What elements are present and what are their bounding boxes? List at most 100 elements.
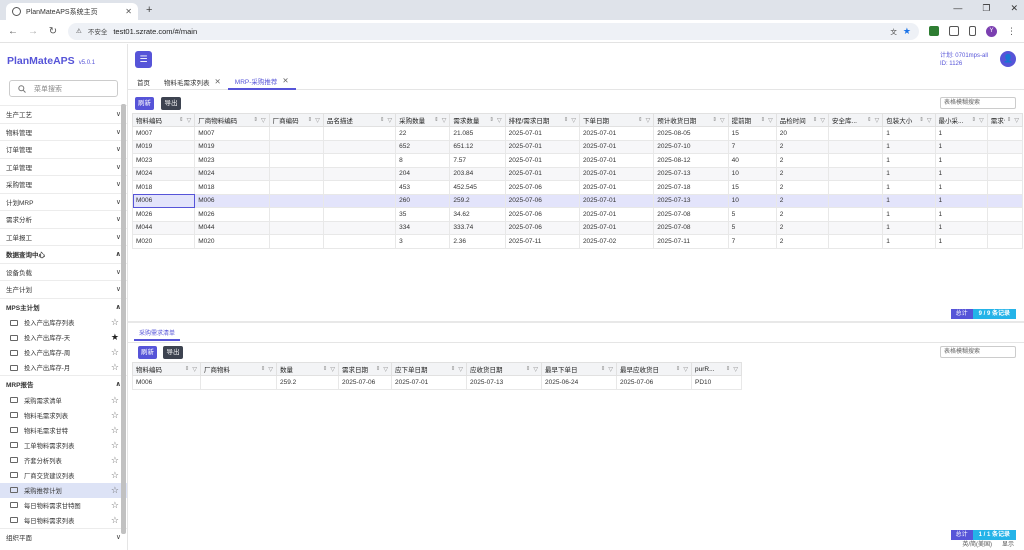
table-cell[interactable]: M007 [131, 126, 196, 141]
table-row[interactable]: M023 M023 8 7.57 2025-07-01 2025-07-01 2025-08… [131, 153, 1024, 168]
table-cell[interactable]: M044 [131, 220, 196, 235]
favorite-star-icon[interactable]: ☆ [111, 425, 119, 436]
table-cell[interactable]: 2025-07-01 [578, 153, 655, 168]
sidebar-menu-item[interactable]: 生产计划 ∨ [0, 280, 127, 298]
sidebar-menu-item[interactable]: MPS主计划 ∧ [0, 297, 127, 316]
table-cell[interactable]: 2025-07-01 [578, 126, 655, 141]
table-cell[interactable]: 10 [727, 166, 777, 181]
table-cell[interactable]: 10 [727, 193, 777, 208]
sidebar-subitem[interactable]: 投入产出库存列表 ☆ [0, 315, 127, 330]
filter-icon[interactable]: ▽ [1014, 117, 1019, 124]
table-cell[interactable]: M024 [131, 166, 196, 181]
filter-icon[interactable]: ▽ [383, 366, 388, 373]
table-cell[interactable]: M006 [132, 375, 201, 390]
table-cell[interactable]: 2 [775, 139, 830, 154]
table-cell[interactable]: 1 [934, 166, 988, 181]
sidebar-menu-item[interactable]: 计划MRP ∨ [0, 192, 127, 211]
sort-icon[interactable]: ⇕ [813, 117, 818, 123]
table-cell[interactable]: 7 [727, 139, 777, 154]
sort-icon[interactable]: ⇕ [526, 366, 531, 372]
filter-icon[interactable]: ▽ [820, 117, 825, 124]
table-cell[interactable]: 2025-07-08 [653, 220, 729, 235]
page-tab[interactable]: 物料毛需求列表 ✕ [157, 73, 228, 90]
table-cell[interactable]: 1 [934, 207, 988, 222]
sort-icon[interactable]: ⇕ [726, 366, 731, 372]
table-cell[interactable]: M026 [131, 207, 196, 222]
table-cell[interactable] [322, 126, 397, 141]
bottom-export-button[interactable]: 导出 [163, 346, 183, 359]
sidebar-subitem[interactable]: 齐套分析列表 ☆ [0, 453, 127, 468]
column-header[interactable]: 应下单日期 ⇕ ▽ [391, 362, 467, 376]
sidebar-menu-mrp-report[interactable]: MRP报告 ∧ [0, 375, 127, 393]
minimize-icon[interactable]: — [953, 3, 962, 14]
sidebar-subitem[interactable]: 每日物料需求列表 ☆ [0, 513, 127, 528]
column-header[interactable]: 最小采... ⇕ ▽ [934, 113, 988, 127]
sidebar-menu-item[interactable]: 需求分析 ∨ [0, 210, 127, 228]
table-cell[interactable]: M006 [131, 193, 196, 208]
table-cell[interactable]: 1 [882, 220, 936, 235]
table-cell[interactable]: 22 [395, 126, 451, 141]
favorite-star-icon[interactable]: ☆ [111, 347, 119, 358]
table-cell[interactable]: 2 [775, 193, 830, 208]
sort-icon[interactable]: ⇕ [380, 117, 385, 123]
filter-icon[interactable]: ▽ [261, 117, 266, 124]
table-cell[interactable] [268, 166, 324, 181]
sort-icon[interactable]: ⇕ [564, 117, 569, 123]
filter-icon[interactable]: ▽ [683, 366, 688, 373]
table-cell[interactable] [986, 180, 1024, 195]
sort-icon[interactable]: ⇕ [676, 366, 681, 372]
sidebar-subitem[interactable]: 每日物料需求甘特图 ☆ [0, 498, 127, 513]
table-cell[interactable]: 2025-06-24 [541, 375, 617, 390]
table-cell[interactable]: 2025-07-06 [338, 375, 392, 390]
user-avatar-icon[interactable]: 👤 [1000, 51, 1016, 67]
column-header[interactable]: 品检时间 ⇕ ▽ [775, 113, 830, 127]
table-cell[interactable] [986, 234, 1024, 249]
table-cell[interactable]: M018 [131, 180, 196, 195]
sort-icon[interactable]: ⇕ [308, 117, 313, 123]
sort-icon[interactable]: ⇕ [376, 366, 381, 372]
table-cell[interactable] [322, 180, 397, 195]
table-cell[interactable]: 1 [934, 220, 988, 235]
reload-icon[interactable]: ↻ [48, 26, 58, 37]
table-cell[interactable]: 2 [775, 234, 830, 249]
sidebar-subitem[interactable]: 采购需求清单 ☆ [0, 393, 127, 408]
table-cell[interactable]: 2 [775, 166, 830, 181]
favorite-star-icon[interactable]: ☆ [111, 395, 119, 406]
table-cell[interactable] [828, 220, 884, 235]
table-cell[interactable]: 2025-07-01 [578, 193, 655, 208]
sidepanel-icon[interactable] [969, 26, 976, 36]
table-cell[interactable] [986, 193, 1024, 208]
column-header[interactable]: 安全库... ⇕ ▽ [828, 113, 884, 127]
table-cell[interactable]: 7 [727, 234, 777, 249]
column-header[interactable]: 厂商物料编码 ⇕ ▽ [194, 113, 270, 127]
column-header[interactable]: 包装大小 ⇕ ▽ [882, 113, 936, 127]
table-cell[interactable] [322, 139, 397, 154]
table-cell[interactable]: 651.12 [449, 139, 506, 154]
filter-icon[interactable]: ▽ [646, 117, 651, 124]
table-cell[interactable]: 2025-07-08 [653, 207, 729, 222]
table-cell[interactable]: 2025-07-01 [578, 220, 655, 235]
table-cell[interactable] [828, 180, 884, 195]
table-row[interactable]: M006 259.2 2025-07-06 2025-07-01 2025-07-13 2… [132, 375, 742, 390]
table-cell[interactable]: 2025-07-01 [504, 126, 580, 141]
sidebar-menu-item[interactable]: 采购管理 ∨ [0, 175, 127, 193]
table-cell[interactable]: 2025-07-01 [578, 180, 655, 195]
table-cell[interactable]: 2025-07-06 [504, 180, 580, 195]
table-cell[interactable] [986, 220, 1024, 235]
table-cell[interactable]: 2025-07-11 [504, 234, 580, 249]
table-cell[interactable]: 2025-07-13 [466, 375, 542, 390]
table-cell[interactable]: 334 [395, 220, 451, 235]
column-header[interactable]: 需求数量 ⇕ ▽ [449, 113, 506, 127]
sidebar-subitem[interactable]: 投入产出库存-周 ☆ [0, 345, 127, 360]
sidebar-menu-org[interactable]: 组织平面 ∨ [0, 527, 127, 546]
table-cell[interactable] [828, 139, 884, 154]
table-cell[interactable]: 1 [934, 139, 988, 154]
column-header[interactable]: 预计收货日期 ⇕ ▽ [653, 113, 729, 127]
table-cell[interactable] [986, 126, 1024, 141]
sidebar-subitem[interactable]: 投入产出库存-月 ☆ [0, 360, 127, 375]
table-cell[interactable]: 1 [934, 180, 988, 195]
table-row[interactable]: M044 M044 334 333.74 2025-07-06 2025-07-01 202… [131, 220, 1024, 235]
sidebar-menu-item[interactable]: 设备负载 ∨ [0, 262, 127, 281]
sort-icon[interactable]: ⇕ [253, 117, 258, 123]
new-tab-button[interactable]: + [146, 3, 152, 20]
